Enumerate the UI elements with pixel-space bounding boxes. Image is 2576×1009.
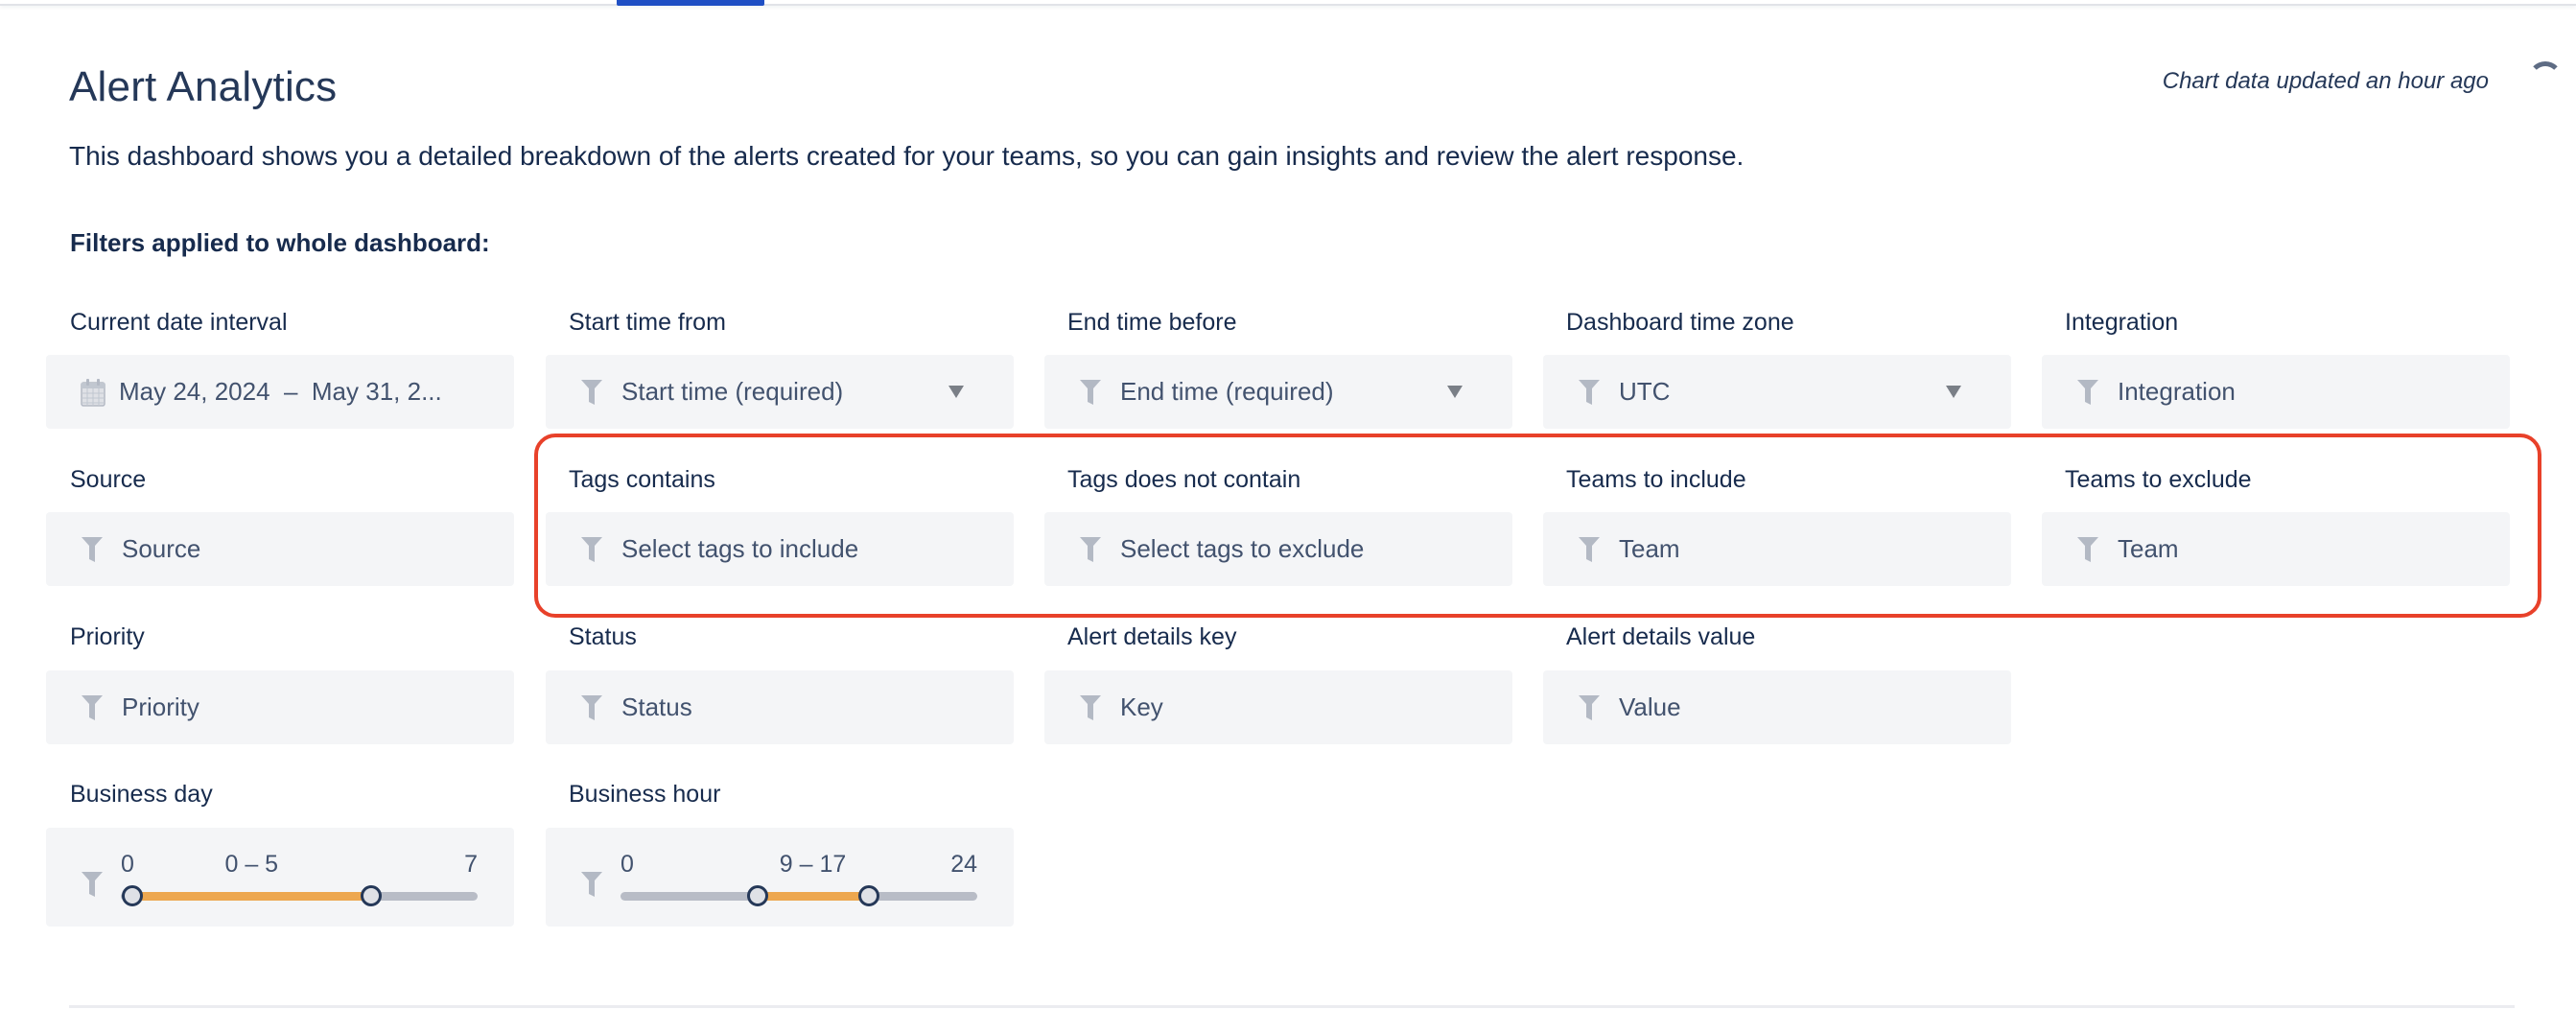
- priority-label: Priority: [70, 623, 145, 650]
- slider-min-label: 0: [621, 851, 634, 878]
- page-title: Alert Analytics: [69, 63, 338, 110]
- date-interval-label: Current date interval: [70, 309, 288, 336]
- chevron-down-icon: [948, 386, 964, 398]
- slider-high-handle[interactable]: [857, 885, 879, 906]
- slider-max-label: 24: [950, 851, 977, 878]
- teams-exclude-value: Team: [2118, 534, 2179, 563]
- chart-updated-status: Chart data updated an hour ago: [2162, 68, 2489, 94]
- business-hour-label: Business hour: [569, 781, 721, 808]
- tags-not-contain-filter[interactable]: Select tags to exclude: [1044, 512, 1512, 586]
- teams-exclude-filter[interactable]: Team: [2042, 512, 2510, 586]
- chevron-down-icon: [1447, 386, 1463, 398]
- integration-filter[interactable]: Integration: [2042, 355, 2510, 429]
- time-zone-select[interactable]: UTC: [1543, 355, 2011, 429]
- details-key-filter[interactable]: Key: [1044, 670, 1512, 744]
- tags-contains-filter[interactable]: Select tags to include: [546, 512, 1014, 586]
- business-day-slider[interactable]: 0 0 – 5 7: [121, 851, 478, 908]
- filter-icon: [2077, 379, 2098, 405]
- slider-max-label: 7: [464, 851, 478, 878]
- active-tab-indicator: [617, 0, 764, 6]
- details-value-value: Value: [1619, 692, 1681, 721]
- tags-not-contain-value: Select tags to exclude: [1120, 534, 1365, 563]
- slider-low-handle[interactable]: [122, 885, 143, 906]
- tags-contains-label: Tags contains: [569, 466, 715, 493]
- slider-range-label: 0 – 5: [224, 851, 279, 878]
- business-day-label: Business day: [70, 781, 213, 808]
- teams-include-label: Teams to include: [1566, 466, 1746, 493]
- loading-spinner-icon: [2528, 61, 2563, 96]
- business-hour-filter: 0 9 – 17 24: [546, 828, 1014, 927]
- filter-icon: [82, 694, 103, 720]
- slider-min-label: 0: [121, 851, 134, 878]
- calendar-icon: [81, 378, 105, 407]
- integration-value: Integration: [2118, 377, 2236, 406]
- source-filter[interactable]: Source: [46, 512, 514, 586]
- end-time-value: End time (required): [1120, 377, 1334, 406]
- time-zone-label: Dashboard time zone: [1566, 309, 1794, 336]
- filter-icon: [1579, 694, 1600, 720]
- time-zone-value: UTC: [1619, 377, 1671, 406]
- details-key-label: Alert details key: [1067, 623, 1237, 650]
- slider-selected-range: [132, 892, 371, 901]
- filter-icon: [581, 872, 602, 897]
- business-hour-slider[interactable]: 0 9 – 17 24: [621, 851, 977, 908]
- filter-icon: [82, 872, 103, 897]
- teams-include-filter[interactable]: Team: [1543, 512, 2011, 586]
- slider-low-handle[interactable]: [746, 885, 768, 906]
- top-navigation-bar: [0, 0, 2576, 6]
- status-label: Status: [569, 623, 637, 650]
- chevron-down-icon: [1946, 386, 1961, 398]
- slider-selected-range: [757, 892, 869, 901]
- teams-exclude-label: Teams to exclude: [2065, 466, 2252, 493]
- start-time-label: Start time from: [569, 309, 726, 336]
- filter-icon: [1579, 536, 1600, 562]
- filter-icon: [581, 536, 602, 562]
- business-day-filter: 0 0 – 5 7: [46, 828, 514, 927]
- filter-icon: [1080, 536, 1101, 562]
- tags-not-contain-label: Tags does not contain: [1067, 466, 1301, 493]
- source-value: Source: [122, 534, 201, 563]
- slider-high-handle[interactable]: [360, 885, 382, 906]
- details-value-filter[interactable]: Value: [1543, 670, 2011, 744]
- section-divider: [69, 1005, 2515, 1008]
- priority-filter[interactable]: Priority: [46, 670, 514, 744]
- filter-icon: [82, 536, 103, 562]
- status-value: Status: [621, 692, 692, 721]
- filter-icon: [581, 694, 602, 720]
- filter-icon: [2077, 536, 2098, 562]
- filter-icon: [581, 379, 602, 405]
- teams-include-value: Team: [1619, 534, 1680, 563]
- start-time-select[interactable]: Start time (required): [546, 355, 1014, 429]
- start-time-value: Start time (required): [621, 377, 844, 406]
- filter-icon: [1579, 379, 1600, 405]
- filter-icon: [1080, 379, 1101, 405]
- filter-icon: [1080, 694, 1101, 720]
- details-value-label: Alert details value: [1566, 623, 1756, 650]
- details-key-value: Key: [1120, 692, 1163, 721]
- end-time-label: End time before: [1067, 309, 1237, 336]
- page-description: This dashboard shows you a detailed brea…: [69, 141, 1745, 171]
- slider-range-label: 9 – 17: [779, 851, 847, 878]
- end-time-select[interactable]: End time (required): [1044, 355, 1512, 429]
- date-interval-value: May 24, 2024 – May 31, 2...: [119, 377, 442, 406]
- date-interval-picker[interactable]: May 24, 2024 – May 31, 2...: [46, 355, 514, 429]
- tags-contains-value: Select tags to include: [621, 534, 859, 563]
- integration-label: Integration: [2065, 309, 2179, 336]
- priority-value: Priority: [122, 692, 199, 721]
- source-label: Source: [70, 466, 147, 493]
- filters-heading: Filters applied to whole dashboard:: [70, 228, 490, 257]
- status-filter[interactable]: Status: [546, 670, 1014, 744]
